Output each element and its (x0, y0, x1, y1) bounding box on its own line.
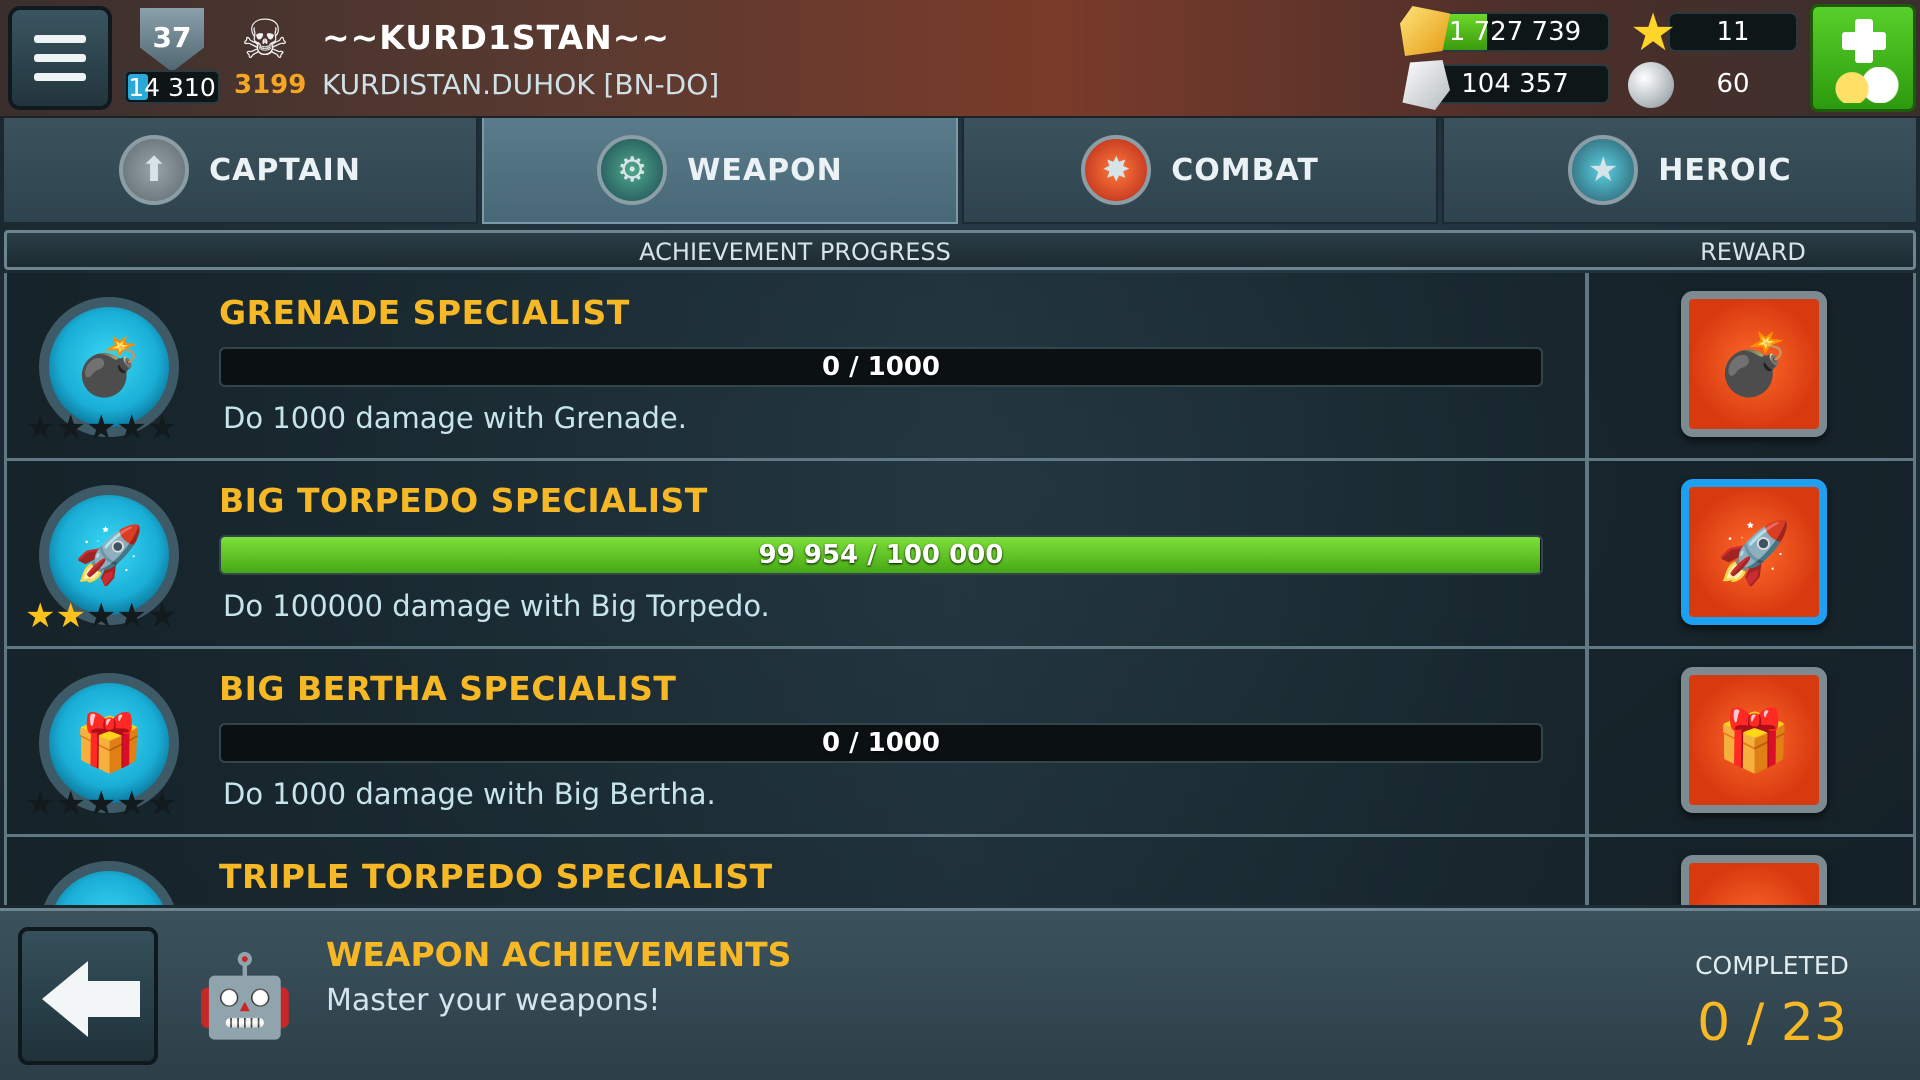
star-icon: ★ (146, 596, 178, 636)
tab-weapon[interactable]: ⚙ WEAPON (482, 118, 958, 224)
star-icon: ★ (146, 784, 178, 824)
star-icon: ★ (85, 408, 117, 448)
progress-text: 0 / 1000 (821, 352, 941, 382)
achievement-stars: ★ ★ ★ ★ ★ (25, 787, 177, 821)
achievement-description: Do 1000 damage with Big Bertha. (223, 777, 716, 811)
stone-amount: 104 357 (1461, 69, 1569, 99)
tab-captain[interactable]: ⬆ CAPTAIN (2, 118, 478, 224)
pearl-counter[interactable]: 60 (1668, 64, 1798, 104)
alliance-name[interactable]: KURDISTAN.DUHOK [BN-DO] (322, 68, 719, 101)
player-level: 37 (152, 20, 192, 54)
star-icon: ★ (1629, 3, 1677, 63)
achievement-title: BIG BERTHA SPECIALIST (219, 669, 677, 708)
completed-separator: / (1746, 993, 1765, 1053)
achievement-title: BIG TORPEDO SPECIALIST (219, 481, 708, 520)
progress-bar: 0 / 1000 (219, 723, 1543, 763)
captain-icon: ⬆ (119, 135, 190, 205)
tab-label: CAPTAIN (209, 152, 361, 188)
menu-icon (34, 35, 86, 43)
achievement-list[interactable]: 💣 ★ ★ ★ ★ ★ GRENADE SPECIALIST 0 / 1000 Do 1… (4, 273, 1916, 905)
star-icon: ★ (55, 596, 86, 636)
achievement-description: Do 100000 damage with Big Torpedo. (223, 589, 770, 623)
achievement-stars: ★ ★ ★ ★ ★ (25, 411, 177, 445)
achievement-tabs: ⬆ CAPTAIN ⚙ WEAPON ✸ COMBAT ★ HEROIC (0, 118, 1920, 226)
star-icon: ★ (55, 408, 86, 448)
achievement-row[interactable]: 🎁 ★ ★ ★ ★ ★ BIG BERTHA SPECIALIST 0 / 1000 D… (4, 649, 1916, 837)
reward-big-torpedo-card[interactable]: 🚀 (1681, 479, 1827, 625)
achievement-title: GRENADE SPECIALIST (219, 293, 630, 332)
tab-combat[interactable]: ✸ COMBAT (962, 118, 1438, 224)
pearl-amount: 60 (1716, 69, 1750, 99)
star-icon: ★ (116, 408, 147, 448)
achievement-row[interactable]: TRIPLE TORPEDO SPECIALIST (4, 837, 1916, 905)
combat-icon: ✸ (1081, 135, 1152, 205)
weapon-icon: ⚙ (597, 135, 668, 205)
progress-column-header: ACHIEVEMENT PROGRESS (639, 238, 951, 266)
list-header: ACHIEVEMENT PROGRESS REWARD (4, 230, 1916, 270)
heroic-icon: ★ (1568, 135, 1639, 205)
triple-torpedo-icon (39, 861, 179, 905)
gold-counter[interactable]: 1 727 739 (1420, 12, 1610, 52)
achievement-row[interactable]: 💣 ★ ★ ★ ★ ★ GRENADE SPECIALIST 0 / 1000 Do 1… (4, 273, 1916, 461)
back-arrow-icon (42, 961, 88, 1037)
achievement-description: Do 1000 damage with Grenade. (223, 401, 687, 435)
pearl-icon (1628, 62, 1674, 108)
star-icon: ★ (85, 784, 117, 824)
resources-icon (1831, 67, 1901, 103)
completed-label: COMPLETED (1695, 951, 1849, 980)
completed-count: 0 / 23 (1662, 993, 1882, 1053)
star-icon: ★ (55, 784, 86, 824)
tab-label: HEROIC (1658, 152, 1792, 188)
gold-amount: 1 727 739 (1448, 17, 1582, 47)
add-resources-button[interactable] (1810, 4, 1916, 112)
menu-button[interactable] (8, 6, 112, 110)
reward-grenade-card[interactable]: 💣 (1681, 291, 1827, 437)
achievement-stars: ★ ★ ★ ★ ★ (25, 599, 177, 633)
xp-badge: 14 310 (124, 70, 220, 104)
progress-bar: 0 / 1000 (219, 347, 1543, 387)
star-icon: ★ (25, 408, 56, 448)
achievement-title: TRIPLE TORPEDO SPECIALIST (219, 857, 773, 896)
trophy-count: 3199 (234, 70, 307, 100)
star-icon: ★ (85, 596, 117, 636)
rank-shield-icon[interactable]: 37 (140, 8, 204, 72)
category-title: WEAPON ACHIEVEMENTS (326, 935, 792, 974)
star-counter[interactable]: 11 (1668, 12, 1798, 52)
star-amount: 11 (1716, 17, 1750, 47)
star-icon: ★ (146, 408, 178, 448)
weapon-category-icon: 🤖 (195, 949, 295, 1042)
tab-heroic[interactable]: ★ HEROIC (1442, 118, 1918, 224)
star-icon: ★ (25, 784, 56, 824)
player-name[interactable]: ~~KURD1STAN~~ (322, 18, 670, 57)
tab-label: COMBAT (1171, 152, 1319, 188)
tab-label: WEAPON (687, 152, 843, 188)
achievement-row[interactable]: 🚀 ★ ★ ★ ★ ★ BIG TORPEDO SPECIALIST 99 954 / … (4, 461, 1916, 649)
progress-text: 99 954 / 100 000 (758, 540, 1004, 570)
top-bar: 37 14 310 ☠ 3199 ~~KURD1STAN~~ KURDISTAN… (0, 0, 1920, 118)
player-xp: 14 310 (128, 72, 216, 102)
star-icon: ★ (116, 784, 147, 824)
star-icon: ★ (25, 596, 56, 636)
progress-bar: 99 954 / 100 000 (219, 535, 1543, 575)
reward-big-bertha-card[interactable]: 🎁 (1681, 667, 1827, 813)
reward-triple-torpedo-card[interactable] (1681, 855, 1827, 905)
completed-value: 0 (1697, 993, 1731, 1053)
progress-text: 0 / 1000 (821, 728, 941, 758)
category-subtitle: Master your weapons! (326, 983, 661, 1018)
star-icon: ★ (116, 596, 147, 636)
gold-icon (1400, 6, 1450, 56)
skull-icon: ☠ (240, 8, 290, 71)
bottom-bar: 🤖 WEAPON ACHIEVEMENTS Master your weapon… (0, 908, 1920, 1080)
completed-total: 23 (1780, 993, 1847, 1053)
reward-column-header: REWARD (1700, 238, 1806, 266)
back-button[interactable] (18, 927, 158, 1065)
